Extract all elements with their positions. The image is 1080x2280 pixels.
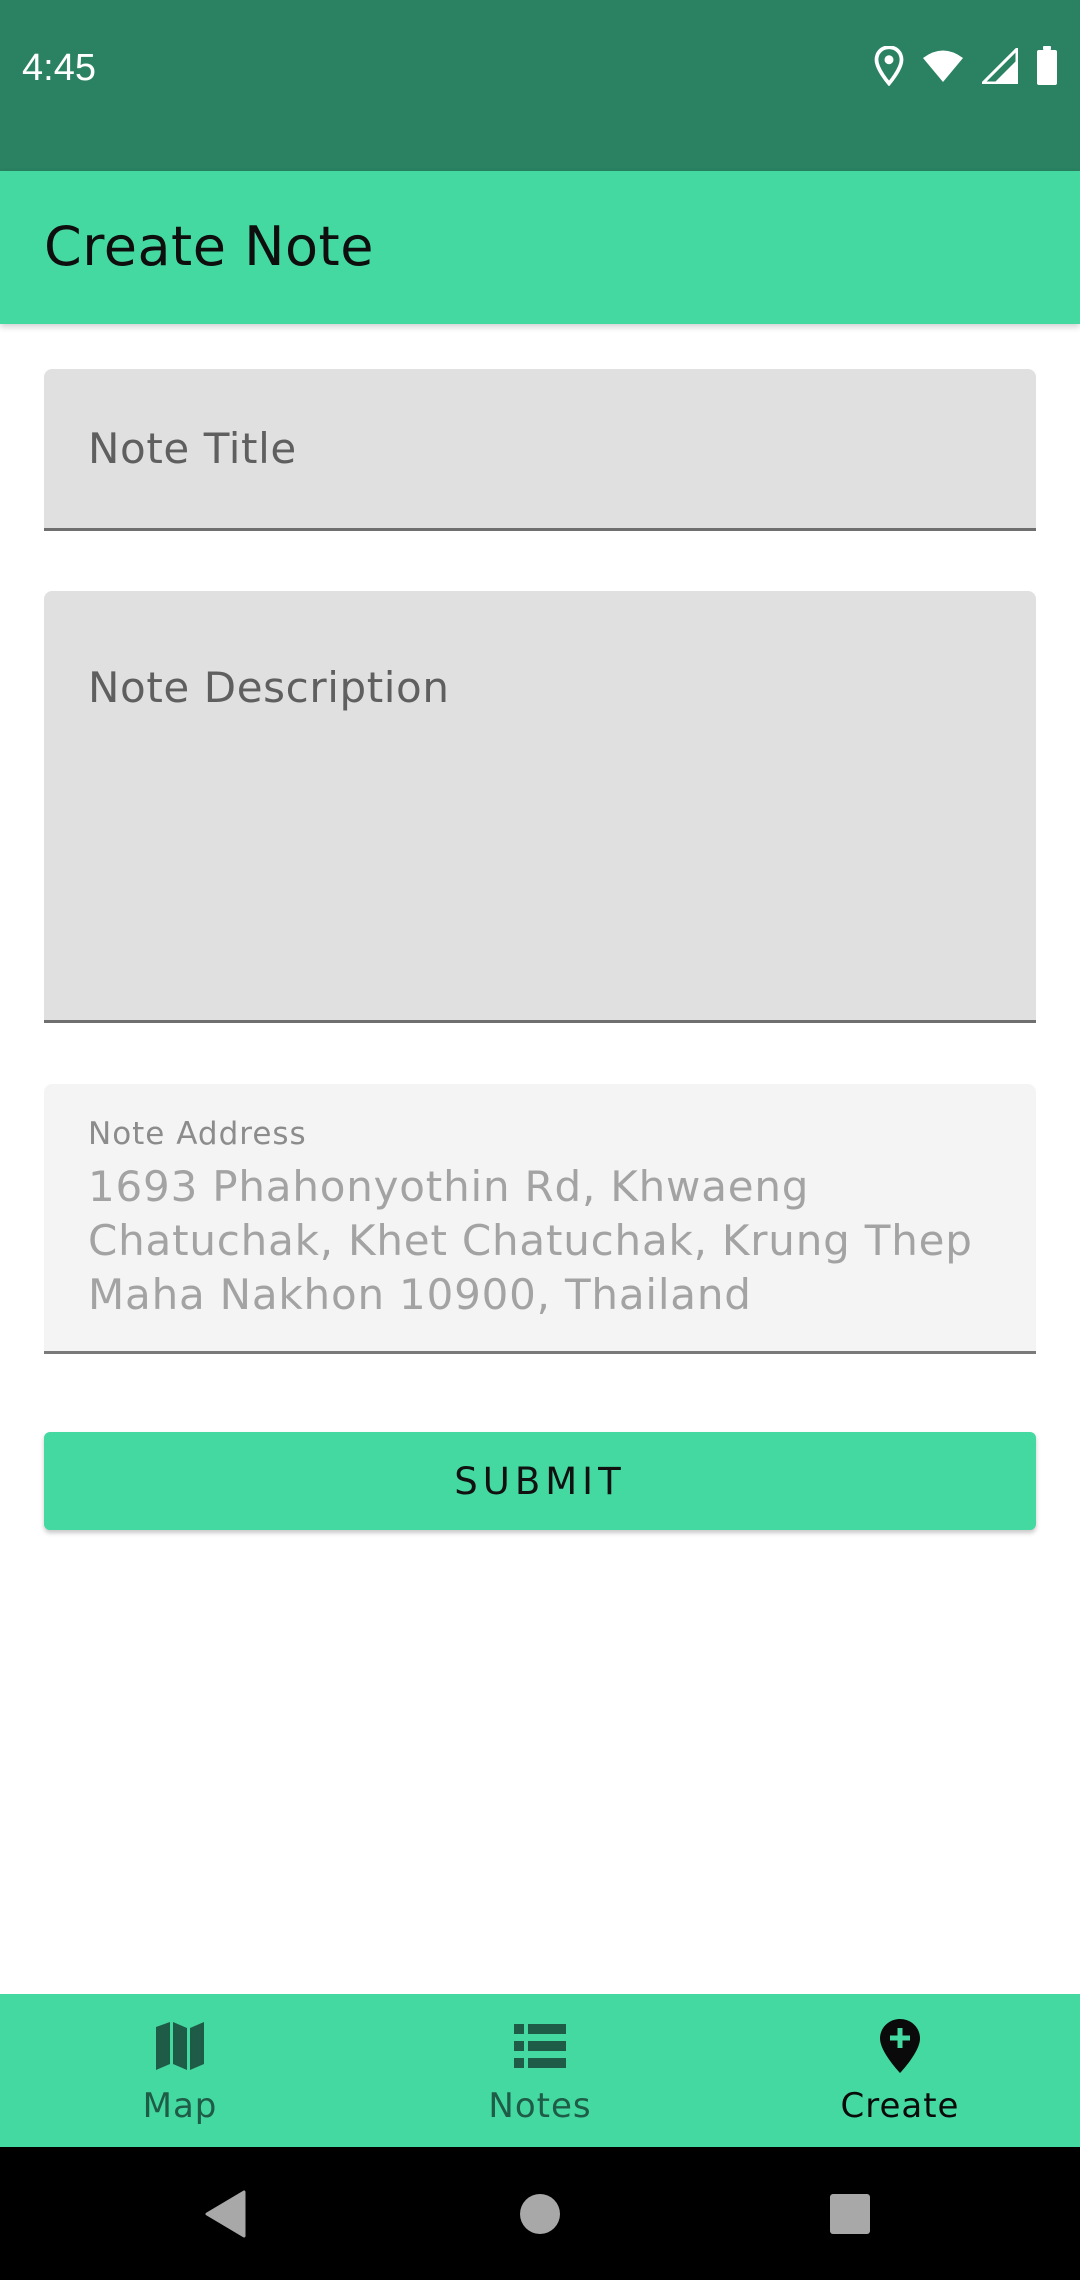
nav-label-create: Create bbox=[840, 2086, 960, 2126]
bottom-navigation: Map Notes Create bbox=[0, 1994, 1080, 2147]
page-title: Create Note bbox=[44, 215, 374, 278]
note-address-value: 1693 Phahonyothin Rd, Khwaeng Chatuchak,… bbox=[88, 1162, 973, 1319]
note-description-input[interactable] bbox=[44, 591, 1036, 1020]
home-icon[interactable] bbox=[470, 2147, 610, 2280]
note-title-field[interactable] bbox=[44, 369, 1036, 531]
battery-icon bbox=[1036, 46, 1058, 90]
nav-label-map: Map bbox=[142, 2086, 218, 2126]
status-time: 4:45 bbox=[22, 47, 96, 89]
map-icon bbox=[152, 2018, 208, 2074]
note-title-input[interactable] bbox=[44, 369, 1036, 528]
app-bar: Create Note bbox=[0, 171, 1080, 324]
submit-button[interactable]: SUBMIT bbox=[44, 1432, 1036, 1530]
recents-icon[interactable] bbox=[780, 2147, 920, 2280]
nav-item-create[interactable]: Create bbox=[720, 1994, 1080, 2147]
note-description-field[interactable] bbox=[44, 591, 1036, 1023]
system-navigation-bar bbox=[0, 2147, 1080, 2280]
status-icons bbox=[874, 45, 1058, 90]
signal-icon bbox=[981, 47, 1019, 88]
nav-label-notes: Notes bbox=[488, 2086, 592, 2126]
back-icon[interactable] bbox=[156, 2147, 296, 2280]
create-note-screen: 4:45 Create Note Note Title Note Descrip… bbox=[0, 0, 1080, 2280]
note-address-label: Note Address bbox=[88, 1116, 307, 1152]
wifi-icon bbox=[922, 49, 964, 87]
list-icon bbox=[512, 2018, 568, 2074]
nav-item-map[interactable]: Map bbox=[0, 1994, 360, 2147]
location-icon bbox=[874, 45, 904, 90]
note-address-field: Note Address 1693 Phahonyothin Rd, Khwae… bbox=[44, 1084, 1036, 1354]
status-bar: 4:45 bbox=[0, 0, 1080, 171]
nav-item-notes[interactable]: Notes bbox=[360, 1994, 720, 2147]
add-location-icon bbox=[872, 2018, 928, 2074]
